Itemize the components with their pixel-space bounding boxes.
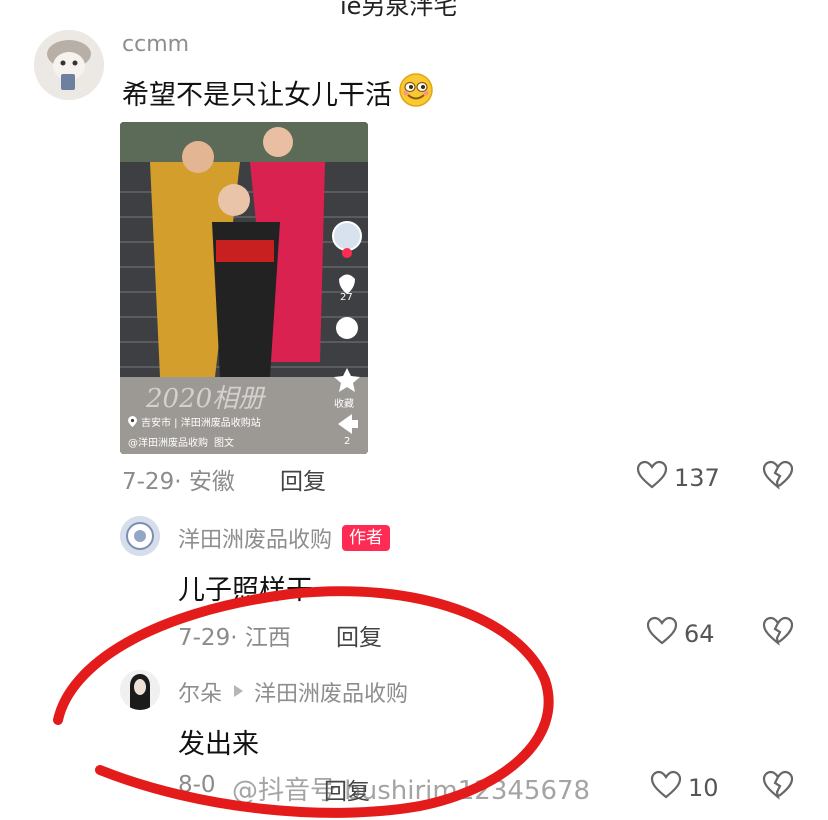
like-count: 137 [674, 464, 720, 492]
dislike-button[interactable] [762, 770, 794, 804]
reply-button[interactable]: 回复 [280, 462, 326, 496]
image-side-collect: 收藏 [334, 399, 354, 410]
top-cut-text: ie另泉泮宅 [340, 0, 458, 20]
broken-heart-icon [762, 460, 794, 490]
comment-username[interactable]: 洋田洲废品收购 [178, 522, 332, 554]
comment-body: 希望不是只让女儿干活 [122, 72, 434, 112]
reply-to-username[interactable]: 洋田洲废品收购 [254, 676, 408, 708]
comment-date-location: 7-29· 江西 [178, 625, 291, 651]
location-pin-icon [128, 412, 137, 431]
comment-text: 儿子照样干 [178, 575, 313, 606]
image-author-tag: @洋田洲废品收购 [128, 438, 208, 449]
avatar[interactable] [120, 670, 160, 710]
reply-arrow-icon [232, 683, 244, 702]
comment-text: 发出来 [178, 729, 259, 760]
reply-button[interactable]: 回复 [336, 618, 382, 652]
comment-date-location: 8-0 [178, 772, 216, 798]
broken-heart-icon [762, 770, 794, 800]
broken-heart-icon [762, 616, 794, 646]
comment-header: 尔朵 洋田洲废品收购 [178, 676, 408, 708]
like-count: 64 [684, 620, 715, 648]
image-author-line: @洋田洲废品收购 图文 [128, 434, 234, 449]
image-side-shares: 2 [344, 436, 351, 447]
heart-icon [650, 770, 682, 806]
heart-icon [646, 616, 678, 652]
comment-image[interactable]: 2020相册 27 收藏 2 吉安市 | 洋田洲废品收购站 @洋田洲废品收购 图… [120, 122, 368, 454]
image-side-likes: 27 [340, 292, 353, 303]
image-stamp: 2020相册 [146, 384, 265, 414]
avatar[interactable] [120, 516, 160, 556]
image-type-tag: 图文 [214, 438, 234, 449]
like-count: 10 [688, 774, 719, 802]
dislike-button[interactable] [762, 460, 794, 494]
author-badge: 作者 [342, 525, 391, 551]
like-button[interactable]: 10 [650, 770, 719, 806]
comment-date-location: 7-29· 安徽 [122, 469, 235, 495]
smile-emoji-icon [398, 72, 434, 112]
image-location-tag: 吉安市 | 洋田洲废品收购站 [128, 412, 261, 431]
comment-text: 希望不是只让女儿干活 [122, 79, 392, 111]
comment-username[interactable]: 尔朵 [178, 676, 222, 708]
heart-icon [636, 460, 668, 496]
comment-header: 洋田洲废品收购 作者 [178, 522, 391, 554]
like-button[interactable]: 64 [646, 616, 715, 652]
image-location-text: 吉安市 | 洋田洲废品收购站 [141, 418, 261, 429]
dislike-button[interactable] [762, 616, 794, 650]
like-button[interactable]: 137 [636, 460, 720, 496]
comment-username[interactable]: ccmm [122, 32, 189, 57]
avatar[interactable] [34, 30, 104, 100]
watermark: @抖音号 bushirim12345678 [232, 776, 591, 806]
